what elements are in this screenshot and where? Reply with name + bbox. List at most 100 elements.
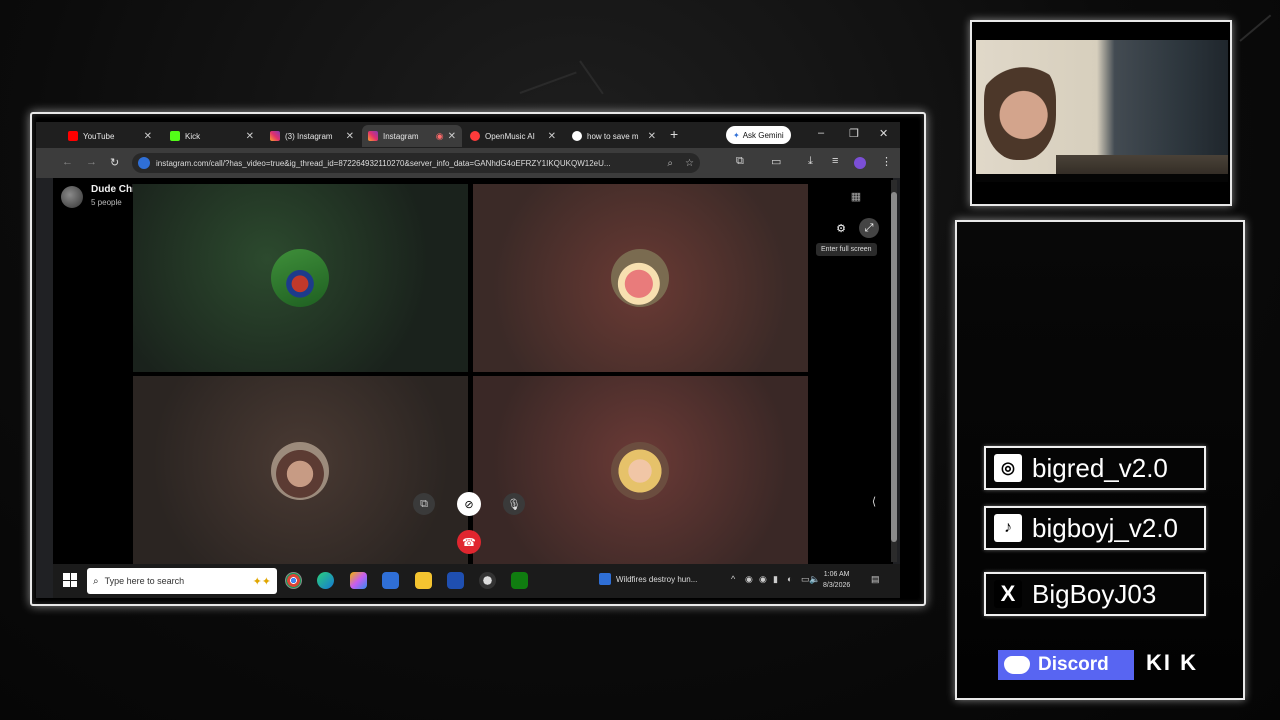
tray-app-icon[interactable]: ◉ (745, 574, 753, 585)
microphone-button[interactable]: 🎙 (503, 493, 525, 515)
taskbar-search-input[interactable]: ⌕ Type here to search ✦✦ (87, 568, 277, 594)
google-icon (572, 131, 582, 141)
end-call-button[interactable]: ☎ (457, 530, 481, 554)
close-icon[interactable]: ✕ (246, 131, 254, 142)
chrome-icon[interactable] (285, 572, 302, 589)
participant-avatar (611, 442, 669, 500)
menu-icon[interactable]: ⋮ (881, 155, 892, 168)
layout-icon[interactable]: ▦ (848, 188, 864, 204)
clock-time: 1:06 AM (823, 571, 850, 578)
restore-button[interactable]: ❐ (849, 127, 859, 140)
background-line (519, 71, 577, 94)
scrollbar-thumb[interactable] (891, 192, 897, 542)
taskbar-clock[interactable]: 1:06 AM 8/3/2026 (823, 569, 850, 591)
close-window-button[interactable]: ✕ (879, 127, 888, 140)
address-bar: ← → ↻ instagram.com/call/?has_video=true… (36, 148, 900, 178)
tiktok-icon: ♪ (994, 514, 1022, 542)
discord-logo: Discord (998, 650, 1134, 680)
profile-icon[interactable] (854, 157, 866, 169)
extensions-icon[interactable]: ⧉ (736, 155, 744, 168)
tray-app-icon[interactable]: ◐ (787, 574, 792, 584)
url-field[interactable]: instagram.com/call/?has_video=true&ig_th… (132, 153, 700, 173)
volume-icon[interactable]: 🔈 (809, 574, 820, 585)
share-screen-button[interactable]: ⧉ (413, 493, 435, 515)
participant-avatar (271, 249, 329, 307)
news-icon (599, 573, 611, 585)
back-icon[interactable]: ← (62, 156, 73, 168)
tray-app-icon[interactable]: ▮ (773, 574, 778, 585)
notifications-icon[interactable]: ▤ (871, 574, 880, 585)
copilot-sparkle-icon: ✦✦ (252, 575, 271, 588)
close-icon[interactable]: ✕ (548, 131, 556, 142)
tab-youtube[interactable]: YouTube ✕ (62, 125, 158, 147)
forward-icon[interactable]: → (86, 156, 97, 168)
new-tab-button[interactable]: + (670, 126, 678, 142)
ask-gemini-button[interactable]: ✦ Ask Gemini (726, 126, 791, 144)
media-icon[interactable]: ≡ (832, 155, 838, 167)
participant-count: 5 people (91, 198, 122, 207)
xbox-icon[interactable] (511, 572, 528, 589)
url-text: instagram.com/call/?has_video=true&ig_th… (156, 158, 611, 168)
streamer-face (984, 60, 1056, 160)
tray-expand-icon[interactable]: ^ (731, 574, 735, 584)
discord-icon (1004, 656, 1030, 674)
scrollbar[interactable] (891, 180, 897, 562)
tab-instagram-1[interactable]: (3) Instagram ✕ (264, 125, 360, 147)
site-info-icon[interactable] (138, 157, 150, 169)
x-handle: BigBoyJ03 (1032, 578, 1157, 609)
instagram-icon: ◎ (994, 454, 1022, 482)
fullscreen-button[interactable]: ⤢ (859, 218, 879, 238)
tab-label: OpenMusic AI (485, 131, 535, 141)
x-icon: X (994, 580, 1022, 608)
instagram-icon (368, 131, 378, 141)
close-icon[interactable]: ✕ (346, 131, 354, 142)
group-avatar[interactable] (61, 186, 83, 208)
tab-label: Kick (185, 131, 201, 141)
participant-avatar (611, 249, 669, 307)
download-icon[interactable]: ⤓ (808, 155, 813, 168)
news-widget[interactable]: Wildfires destroy hun... (599, 573, 697, 585)
tab-google[interactable]: how to save m ✕ (566, 125, 662, 147)
obs-icon[interactable] (479, 572, 496, 589)
tab-kick[interactable]: Kick ✕ (164, 125, 260, 147)
search-icon[interactable]: ⌕ (667, 158, 673, 169)
copilot-icon[interactable] (350, 572, 367, 589)
participant-tile[interactable] (133, 376, 468, 564)
kick-icon (170, 131, 180, 141)
windows-start-icon[interactable] (63, 573, 77, 587)
file-explorer-icon[interactable] (415, 572, 432, 589)
tab-bar: YouTube ✕ Kick ✕ (3) Instagram ✕ Instagr… (36, 122, 900, 148)
tab-label: how to save m (587, 131, 639, 141)
participant-tile[interactable] (133, 184, 468, 372)
collapse-chevron-icon[interactable]: ⟨ (867, 493, 881, 509)
background-line (579, 60, 604, 95)
taskbar-search-placeholder: Type here to search (104, 576, 185, 586)
bookmark-star-icon[interactable]: ☆ (685, 158, 694, 169)
outlook-icon[interactable] (382, 572, 399, 589)
webcam-bottom-bar (976, 174, 1228, 182)
settings-gear-icon[interactable]: ⚙ (833, 220, 849, 236)
minimize-button[interactable]: – (818, 127, 824, 139)
discord-label: Discord (1038, 654, 1109, 675)
browser-window: YouTube ✕ Kick ✕ (3) Instagram ✕ Instagr… (36, 122, 900, 598)
close-icon[interactable]: ✕ (448, 131, 456, 142)
video-call-area: Dude Chill Just Chill 5 people ▦ ⚙ ⤢ Ent… (53, 178, 893, 564)
webcam-feed (976, 40, 1228, 182)
clock-date: 8/3/2026 (823, 582, 851, 589)
edge-icon[interactable] (317, 572, 334, 589)
kick-logo: KI K (1146, 650, 1198, 675)
tab-instagram-active[interactable]: Instagram ◉ ✕ (362, 125, 462, 147)
tab-label: (3) Instagram (285, 131, 333, 141)
reload-icon[interactable]: ↻ (110, 156, 119, 169)
tab-openmusic[interactable]: OpenMusic AI ✕ (464, 125, 562, 147)
tray-app-icon[interactable]: ◉ (759, 574, 767, 585)
store-icon[interactable] (447, 572, 464, 589)
cast-icon[interactable]: ▭ (771, 155, 781, 168)
participant-tile[interactable] (473, 184, 808, 372)
close-icon[interactable]: ✕ (144, 131, 152, 142)
close-icon[interactable]: ✕ (648, 131, 656, 142)
participant-tile[interactable] (473, 376, 808, 564)
gemini-icon: ✦ (733, 130, 740, 140)
camera-off-button[interactable]: ⊘ (457, 492, 481, 516)
participant-avatar (271, 442, 329, 500)
